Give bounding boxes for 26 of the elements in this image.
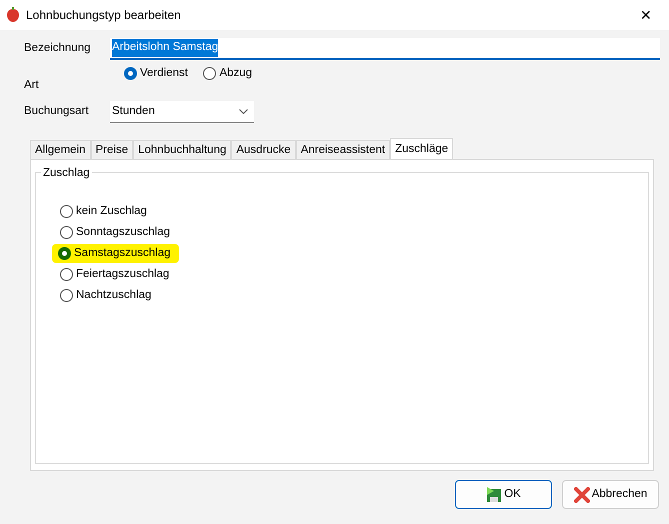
app-icon xyxy=(6,7,20,23)
radio-button[interactable]: Abzug xyxy=(201,65,254,82)
save-icon xyxy=(486,486,502,502)
dropdown[interactable]: Stunden xyxy=(110,101,254,123)
ok-button[interactable]: OK xyxy=(455,480,552,509)
tab[interactable]: Ausdrucke xyxy=(231,140,296,159)
close-button[interactable]: ✕ xyxy=(623,0,669,30)
tab[interactable]: Anreiseassistent xyxy=(296,140,390,159)
field-label: Art xyxy=(24,78,40,93)
radio-button[interactable]: Samstagszuschlag xyxy=(52,244,179,264)
field-label: Bezeichnung xyxy=(24,41,92,56)
tab[interactable]: Allgemein xyxy=(30,140,90,159)
tab[interactable]: Zuschläge xyxy=(390,138,454,159)
window-title: Lohnbuchungstyp bearbeiten xyxy=(26,7,181,24)
radio-button[interactable]: Verdienst xyxy=(122,65,190,82)
chevron-down-icon xyxy=(239,109,248,114)
radio-button[interactable]: Nachtzuschlag xyxy=(58,286,154,304)
field-label: Buchungsart xyxy=(24,104,90,120)
radio-button[interactable]: Sonntagszuschlag xyxy=(58,224,172,242)
name-field[interactable]: Arbeitslohn Samstag xyxy=(110,38,660,60)
radio-button[interactable]: kein Zuschlag xyxy=(58,202,149,220)
radio-button[interactable]: Feiertagszuschlag xyxy=(58,266,172,284)
close-icon xyxy=(574,486,590,502)
cancel-button[interactable]: Abbrechen xyxy=(562,480,659,509)
tab[interactable]: Preise xyxy=(90,140,134,159)
tab[interactable]: Lohnbuchhaltung xyxy=(133,140,232,159)
